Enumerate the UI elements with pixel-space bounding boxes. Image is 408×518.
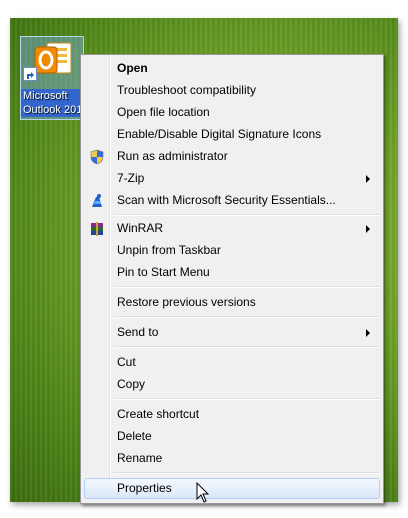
submenu-arrow-icon [366, 175, 370, 183]
menu-item-run-as-administrator[interactable]: Run as administrator [84, 146, 380, 167]
menu-item-7zip[interactable]: 7-Zip [84, 168, 380, 189]
menu-item-properties[interactable]: Properties [84, 478, 380, 499]
menu-item-rename[interactable]: Rename [84, 448, 380, 469]
mouse-cursor-icon [196, 482, 210, 503]
menu-item-delete[interactable]: Delete [84, 426, 380, 447]
menu-separator [113, 398, 380, 400]
menu-item-unpin-from-taskbar[interactable]: Unpin from Taskbar [84, 240, 380, 261]
menu-item-pin-to-start-menu[interactable]: Pin to Start Menu [84, 262, 380, 283]
menu-item-digital-signature-icons[interactable]: Enable/Disable Digital Signature Icons [84, 124, 380, 145]
menu-item-scan-security-essentials[interactable]: Scan with Microsoft Security Essentials.… [84, 190, 380, 211]
menu-item-troubleshoot[interactable]: Troubleshoot compatibility [84, 80, 380, 101]
desktop-screenshot: Microsoft Outlook 2010 Open Troubleshoot… [10, 18, 398, 504]
submenu-arrow-icon [366, 225, 370, 233]
submenu-arrow-icon [366, 329, 370, 337]
outlook-icon [34, 42, 72, 74]
menu-separator [113, 214, 380, 216]
menu-item-restore-previous-versions[interactable]: Restore previous versions [84, 292, 380, 313]
menu-separator [113, 346, 380, 348]
menu-item-create-shortcut[interactable]: Create shortcut [84, 404, 380, 425]
menu-separator [113, 472, 380, 474]
shortcut-label: Microsoft Outlook 2010 [21, 89, 85, 117]
menu-item-cut[interactable]: Cut [84, 352, 380, 373]
context-menu: Open Troubleshoot compatibility Open fil… [80, 54, 384, 504]
menu-item-open[interactable]: Open [84, 58, 380, 79]
shield-icon [90, 149, 104, 165]
winrar-icon [91, 222, 103, 236]
menu-item-copy[interactable]: Copy [84, 374, 380, 395]
menu-item-winrar[interactable]: WinRAR [84, 218, 380, 239]
shortcut-arrow-icon [23, 67, 37, 81]
menu-item-send-to[interactable]: Send to [84, 322, 380, 343]
security-essentials-icon [92, 194, 102, 207]
outlook-shortcut[interactable]: Microsoft Outlook 2010 [20, 36, 85, 120]
menu-separator [113, 316, 380, 318]
menu-separator [113, 286, 380, 288]
menu-item-open-file-location[interactable]: Open file location [84, 102, 380, 123]
